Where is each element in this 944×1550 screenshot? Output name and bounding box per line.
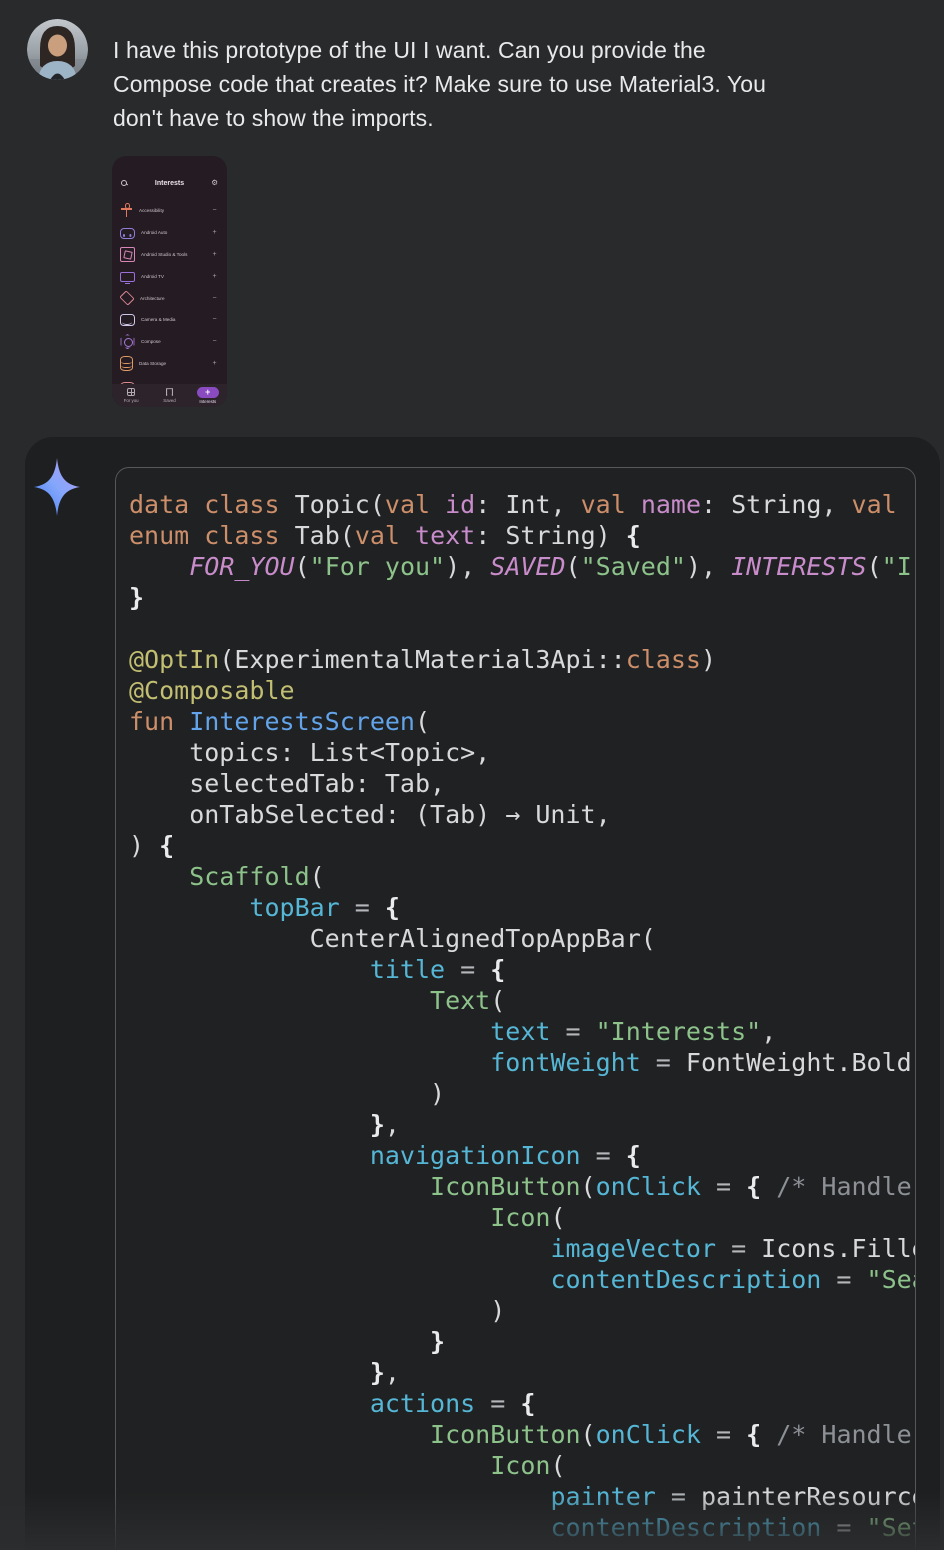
user-message-line: don't have to show the imports. [113,101,923,135]
thumb-topic-row: Compose − [120,331,219,353]
code-line: selectedTab: Tab, [129,768,915,799]
user-avatar-photo [27,19,88,80]
code-line: navigationIcon = { [129,1140,915,1171]
code-line: title = { [129,954,915,985]
code-line: Icon( [129,1202,915,1233]
thumb-topic-row: Architecture − [120,287,219,309]
code-line: ) [129,1295,915,1326]
thumb-topic-row: Android TV + [120,265,219,287]
thumb-topic-row: Android Studio & Tools + [120,244,219,266]
thumb-nav-item-interests: +Interests [189,384,227,407]
code-content: data class Topic(val id: Int, val name: … [129,489,915,1543]
plus-pill-icon: + [197,387,219,398]
thumb-nav-label: For you [124,398,139,403]
thumb-nav-label: Interests [199,399,216,404]
thumb-follow-toggle: + [210,360,219,367]
thumb-topic-label: Architecture [140,296,204,301]
code-line: IconButton(onClick = { /* Handle [129,1171,915,1202]
thumb-topic-label: Android Auto [141,230,204,235]
code-line: Text( [129,985,915,1016]
hexagon-icon [120,334,135,349]
thumb-topic-label: Android Studio & Tools [141,252,204,257]
thumb-follow-toggle: − [210,316,219,323]
chat-page: I have this prototype of the UI I want. … [0,0,944,1550]
grid-icon [127,388,135,396]
thumb-topic-row: Data Storage + [120,353,219,375]
thumb-app-title: Interests [112,180,227,187]
code-line: text = "Interests", [129,1016,915,1047]
code-line: Scaffold( [129,861,915,892]
code-line: fontWeight = FontWeight.Bold [129,1047,915,1078]
code-line: FOR_YOU("For you"), SAVED("Saved"), INTE… [129,551,915,582]
thumb-bottom-nav: For you Saved +Interests [112,384,227,407]
layers-icon [120,290,135,305]
folder-icon [120,247,135,262]
code-line: onTabSelected: (Tab) → Unit, [129,799,915,830]
code-line: @Composable [129,675,915,706]
code-line: topics: List<Topic>, [129,737,915,768]
thumb-topic-label: Data Storage [139,361,204,366]
thumb-topic-row: Android Auto + [120,222,219,244]
user-message-line: Compose code that creates it? Make sure … [113,67,923,101]
image-icon [120,314,135,326]
user-message-line: I have this prototype of the UI I want. … [113,33,923,67]
code-line: imageVector = Icons.Filled [129,1233,915,1264]
code-line: actions = { [129,1388,915,1419]
thumb-topic-row: Camera & Media − [120,309,219,331]
user-avatar [27,19,88,80]
thumb-topic-row: Accessibility − [120,200,219,222]
code-line: painter = painterResource( [129,1481,915,1512]
search-icon [121,180,128,187]
thumb-topic-label: Android TV [141,274,204,279]
tv-icon [120,272,135,282]
code-line: contentDescription = "Search" [129,1264,915,1295]
code-line: data class Topic(val id: Int, val name: … [129,489,915,520]
attachment-thumbnail[interactable]: Interests ⚙ Accessibility−Android Auto+A… [112,156,227,407]
person-icon [120,203,133,218]
thumb-topic-row [120,374,219,384]
thumb-nav-item-for-you: For you [112,384,150,407]
code-line [129,613,915,644]
thumb-topic-label: Camera & Media [141,317,204,322]
code-line: contentDescription = "Settings" [129,1512,915,1543]
code-line: fun InterestsScreen( [129,706,915,737]
user-message-text: I have this prototype of the UI I want. … [113,33,923,135]
database-icon [120,356,133,371]
thumb-topic-list: Accessibility−Android Auto+Android Studi… [120,200,219,384]
gear-icon: ⚙ [211,179,218,187]
code-line: CenterAlignedTopAppBar( [129,923,915,954]
code-block[interactable]: data class Topic(val id: Int, val name: … [115,467,916,1550]
code-line: IconButton(onClick = { /* Handle [129,1419,915,1450]
code-line: ) [129,1078,915,1109]
thumb-follow-toggle: − [210,338,219,345]
thumb-follow-toggle: + [210,273,219,280]
code-line: } [129,582,915,613]
code-line: Icon( [129,1450,915,1481]
code-line: }, [129,1109,915,1140]
thumb-top-app-bar: Interests ⚙ [112,177,227,189]
assistant-message-bubble: data class Topic(val id: Int, val name: … [25,437,940,1550]
thumb-follow-toggle: + [210,229,219,236]
thumb-topic-label: Compose [141,339,204,344]
code-line: topBar = { [129,892,915,923]
code-line: enum class Tab(val text: String) { [129,520,915,551]
thumb-follow-toggle: − [210,207,219,214]
code-line: } [129,1326,915,1357]
thumb-topic-label: Accessibility [139,208,204,213]
thumb-nav-label: Saved [163,398,175,403]
thumb-nav-item-saved: Saved [150,384,188,407]
gemini-sparkle-icon [34,458,80,516]
code-line: @OptIn(ExperimentalMaterial3Api::class) [129,644,915,675]
thumb-follow-toggle: − [210,295,219,302]
thumb-follow-toggle: + [210,251,219,258]
bookmark-icon [166,388,173,396]
code-line: ) { [129,830,915,861]
car-icon [120,228,135,239]
code-line: }, [129,1357,915,1388]
